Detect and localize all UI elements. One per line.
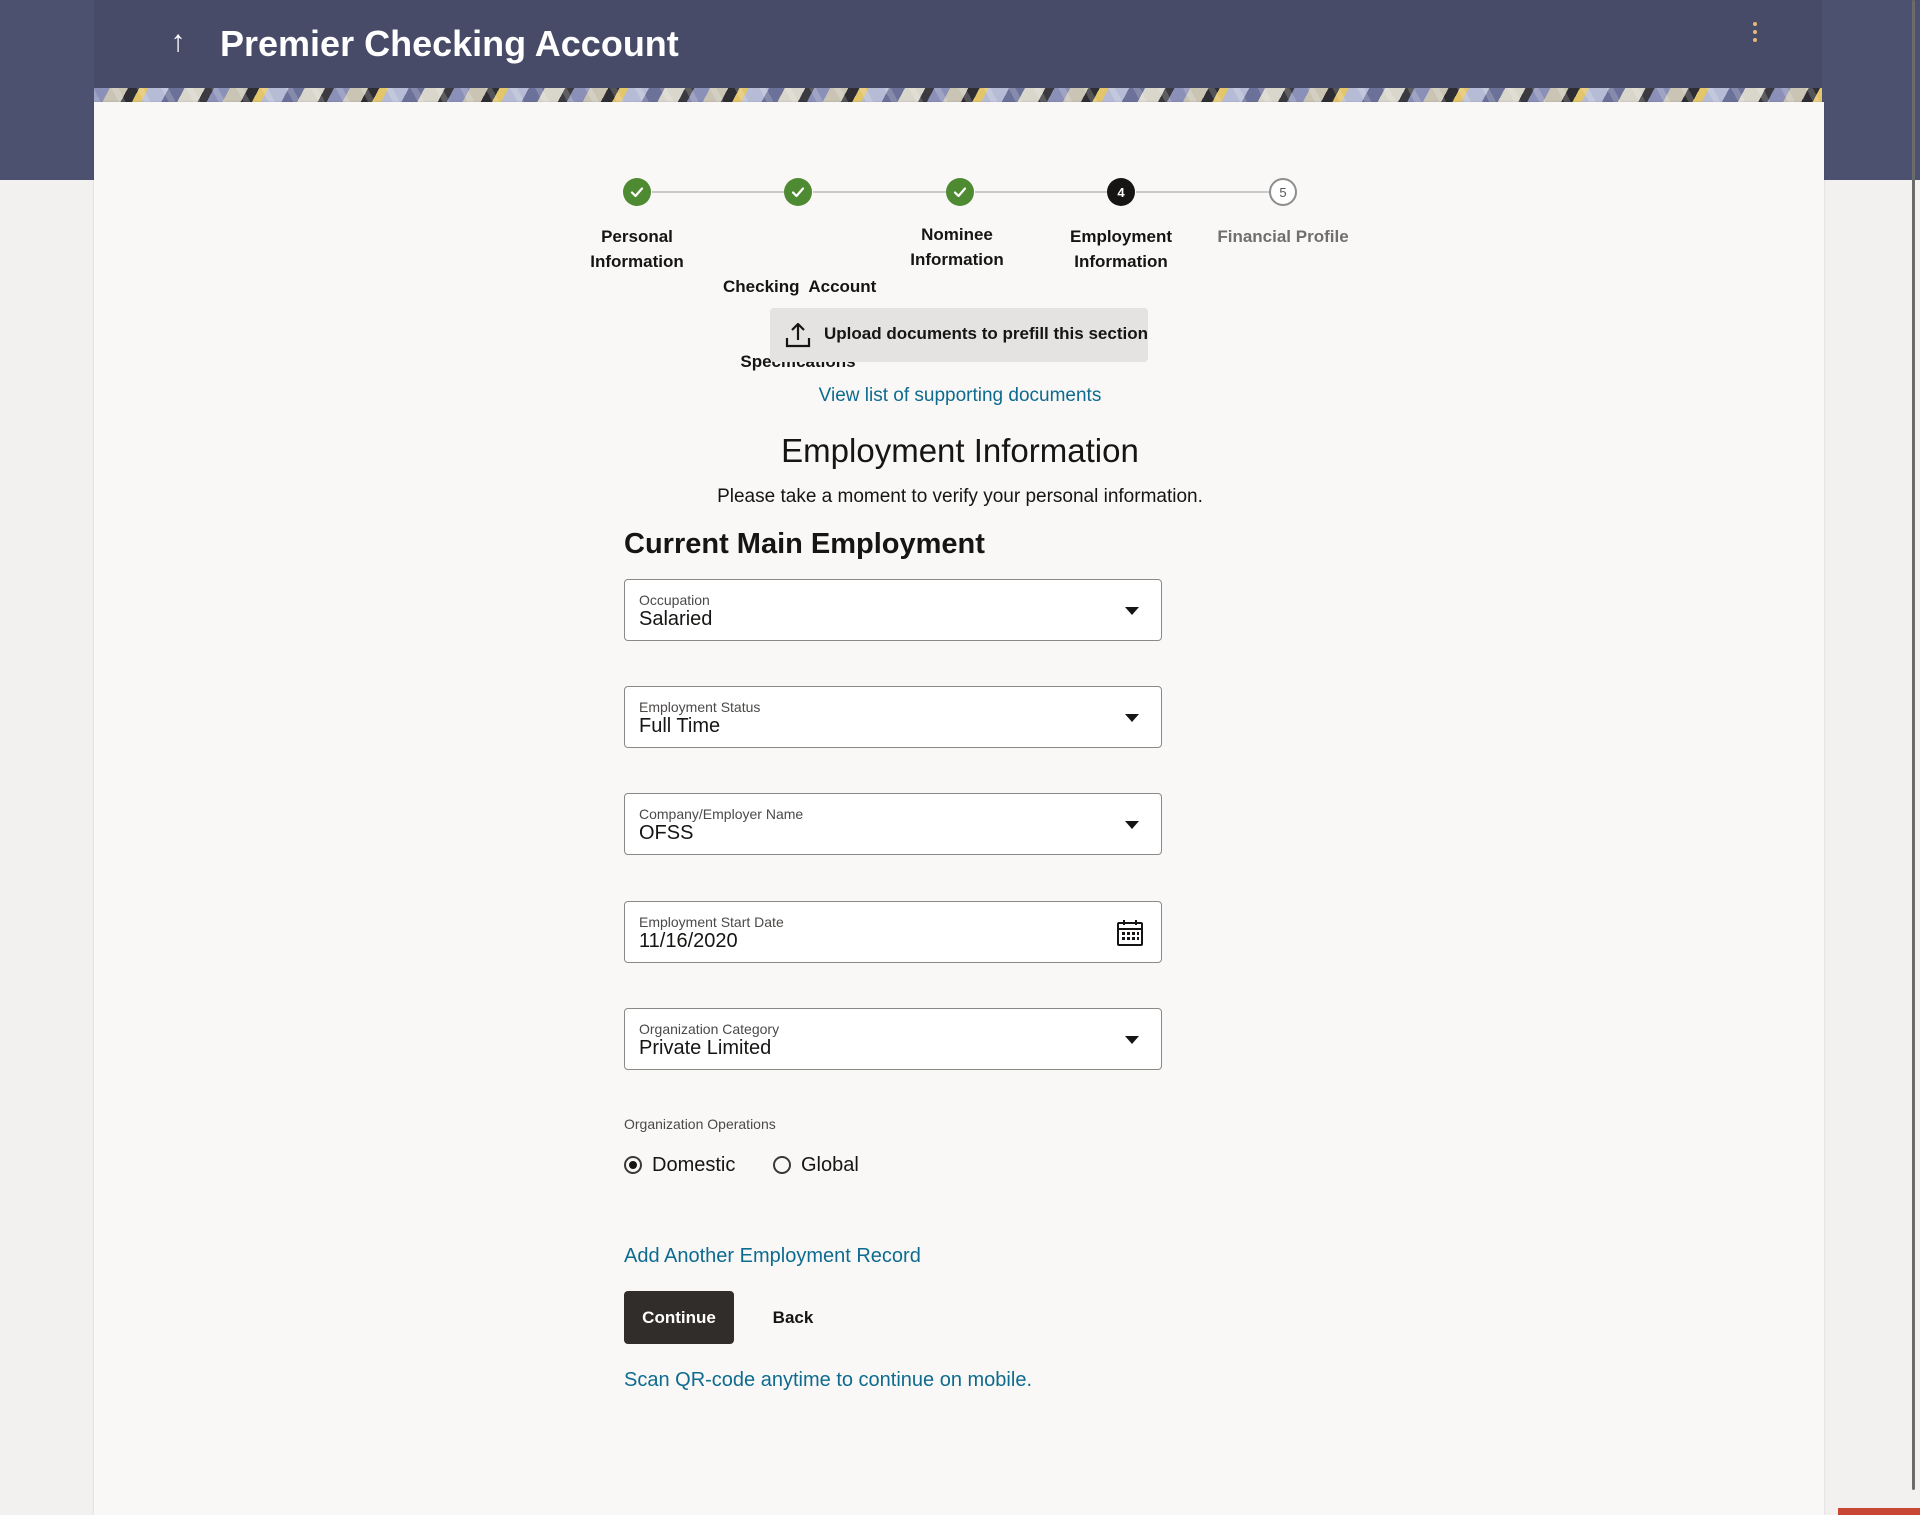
- scrollbar-thumb[interactable]: [1912, 0, 1915, 1490]
- radio-global[interactable]: Global: [773, 1153, 859, 1177]
- step-connector: [975, 191, 1107, 193]
- chevron-down-icon: [1125, 1036, 1139, 1044]
- radio-unchecked-icon: [773, 1156, 791, 1174]
- app-header: ↑ Premier Checking Account: [94, 0, 1822, 88]
- upload-icon: [785, 322, 811, 348]
- org-category-value: Private Limited: [639, 1037, 772, 1059]
- step-3-label: Nominee Information: [882, 222, 1032, 272]
- radio-domestic-label: Domestic: [652, 1153, 736, 1176]
- upload-documents-label: Upload documents to prefill this section: [824, 324, 1148, 343]
- step-5-label-line1: Financial Profile: [1217, 227, 1349, 246]
- employer-name-label: Company/Employer Name: [639, 806, 804, 822]
- step-3-check-icon[interactable]: [946, 178, 974, 206]
- view-supporting-documents-link[interactable]: View list of supporting documents: [819, 385, 1102, 407]
- org-operations-label: Organization Operations: [624, 1116, 776, 1132]
- employment-status-value: Full Time: [639, 715, 721, 737]
- step-3-label-line2: Information: [910, 250, 1004, 269]
- step-connector: [1136, 191, 1269, 193]
- upload-documents-button[interactable]: Upload documents to prefill this section: [770, 308, 1148, 362]
- step-1-label-line2: Information: [590, 252, 684, 271]
- employment-start-date-field[interactable]: Employment Start Date 11/16/2020: [624, 901, 1162, 963]
- continue-button[interactable]: Continue: [624, 1291, 734, 1344]
- occupation-select[interactable]: Occupation Salaried: [624, 579, 1162, 641]
- employer-name-select[interactable]: Company/Employer Name OFSS: [624, 793, 1162, 855]
- occupation-label: Occupation: [639, 592, 710, 608]
- chevron-down-icon: [1125, 714, 1139, 722]
- organization-category-select[interactable]: Organization Category Private Limited: [624, 1008, 1162, 1070]
- radio-domestic[interactable]: Domestic: [624, 1153, 735, 1177]
- step-2-check-icon[interactable]: [784, 178, 812, 206]
- start-date-value: 11/16/2020: [639, 930, 738, 952]
- chevron-down-icon: [1125, 607, 1139, 615]
- back-button[interactable]: Back: [758, 1291, 828, 1344]
- employment-status-select[interactable]: Employment Status Full Time: [624, 686, 1162, 748]
- kebab-menu-icon[interactable]: [1748, 22, 1762, 48]
- page-title: Premier Checking Account: [220, 23, 679, 64]
- section-title: Employment Information: [781, 432, 1139, 469]
- step-2-label-line1: Checking Account: [723, 277, 877, 296]
- section-subtitle: Please take a moment to verify your pers…: [717, 486, 1203, 507]
- step-connector: [813, 191, 946, 193]
- scan-qr-link[interactable]: Scan QR-code anytime to continue on mobi…: [624, 1369, 1032, 1392]
- view-docs-container: View list of supporting documents: [0, 385, 1920, 407]
- current-employment-heading: Current Main Employment: [624, 528, 985, 560]
- up-arrow-icon[interactable]: ↑: [162, 24, 194, 60]
- radio-global-label: Global: [801, 1153, 859, 1176]
- step-4-current: 4: [1107, 178, 1135, 206]
- step-1-label: Personal Information: [562, 224, 712, 274]
- step-1-check-icon[interactable]: [623, 178, 651, 206]
- step-5-pending: 5: [1269, 178, 1297, 206]
- start-date-label: Employment Start Date: [639, 914, 784, 930]
- radio-checked-icon: [624, 1156, 642, 1174]
- step-1-label-line1: Personal: [601, 227, 673, 246]
- occupation-value: Salaried: [639, 608, 713, 630]
- chevron-down-icon: [1125, 821, 1139, 829]
- step-4-label: Employment Information: [1046, 224, 1196, 274]
- step-5-label: Financial Profile: [1208, 224, 1358, 249]
- corner-accent: [1838, 1508, 1920, 1515]
- employment-status-label: Employment Status: [639, 699, 761, 715]
- step-3-label-line1: Nominee: [921, 225, 993, 244]
- calendar-icon[interactable]: [1115, 918, 1145, 948]
- add-employment-record-link[interactable]: Add Another Employment Record: [624, 1245, 921, 1268]
- employer-name-value: OFSS: [639, 822, 694, 844]
- step-connector: [652, 191, 784, 193]
- step-4-label-line1: Employment: [1069, 227, 1173, 246]
- header-banner-overlay: [94, 88, 1822, 102]
- step-4-label-line2: Information: [1074, 252, 1168, 271]
- org-category-label: Organization Category: [639, 1021, 780, 1037]
